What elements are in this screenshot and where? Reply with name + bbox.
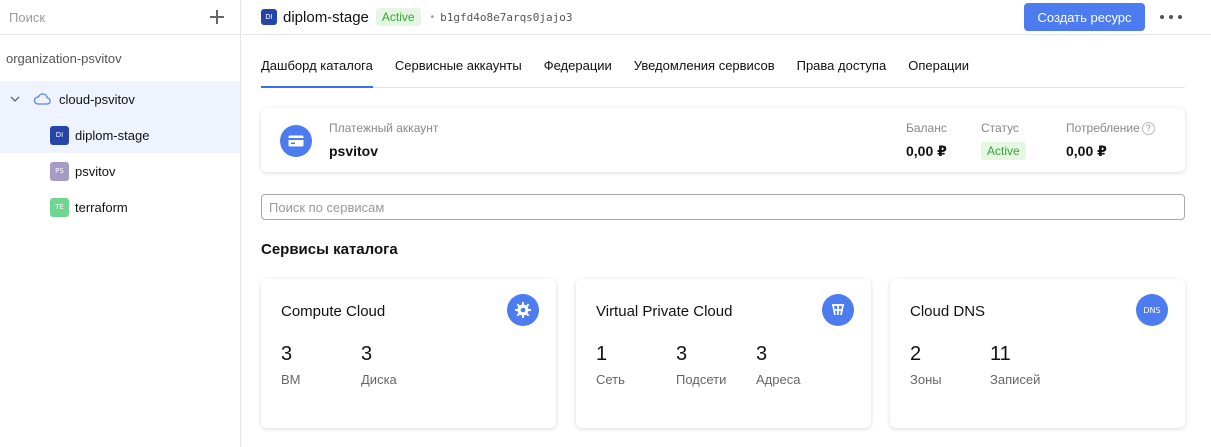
metric: 3 Диска (361, 343, 397, 387)
metric: 1 Сеть (596, 343, 625, 387)
compute-icon (507, 294, 539, 326)
metric: 3 Подсети (676, 343, 726, 387)
metric-label: Сеть (596, 372, 625, 387)
sidebar-folder-label: psvitov (75, 163, 116, 179)
separator-dot: • (430, 11, 435, 23)
tab-access-rights[interactable]: Права доступа (797, 58, 887, 87)
card-title: Cloud DNS (910, 303, 986, 320)
metric-value: 11 (990, 343, 1011, 365)
metric-label: Адреса (756, 372, 801, 387)
metric-label: Зоны (910, 372, 942, 387)
consumption-label-wrap: Потребление? (1066, 121, 1155, 135)
metric: 11 Записей (990, 343, 1040, 387)
tab-service-notifications[interactable]: Уведомления сервисов (634, 58, 775, 87)
sidebar-folder-label: terraform (75, 199, 128, 215)
tab-dashboard[interactable]: Дашборд каталога (261, 58, 373, 88)
metric-label: Диска (361, 372, 397, 387)
metric-value: 3 (676, 343, 688, 365)
card-title: Virtual Private Cloud (596, 303, 733, 320)
status-label: Статус (981, 121, 1019, 135)
folder-badge: DI (261, 9, 277, 25)
create-resource-button[interactable]: Создать ресурс (1024, 3, 1145, 31)
sidebar-search (0, 0, 240, 35)
tab-service-accounts[interactable]: Сервисные аккаунты (395, 58, 522, 87)
folder-id[interactable]: b1gfd4o8e7arqs0jajo3 (440, 11, 572, 24)
metric-label: Подсети (676, 372, 727, 387)
metric-value: 3 (281, 343, 293, 365)
dns-icon: DNS (1136, 294, 1168, 326)
service-card-cloud-dns[interactable]: Cloud DNS DNS 2 Зоны 11 Записей (890, 279, 1185, 428)
vpc-icon (822, 294, 854, 326)
metric: 3 Адреса (756, 343, 800, 387)
sidebar-folder-terraform[interactable]: TE terraform (0, 189, 240, 225)
folder-badge: TE (50, 197, 69, 217)
billing-account-name[interactable]: psvitov (329, 143, 378, 159)
sidebar-folder-label: diplom-stage (75, 127, 150, 143)
metric-value: 3 (756, 343, 768, 365)
add-icon[interactable] (209, 9, 225, 25)
billing-account-card[interactable]: Платежный аккаунт psvitov Баланс 0,00 ₽ … (261, 108, 1185, 172)
cloud-icon (33, 93, 51, 105)
tab-bar: Дашборд каталога Сервисные аккаунты Феде… (261, 36, 1185, 88)
balance-label: Баланс (906, 121, 947, 135)
sidebar-cloud-label: cloud-psvitov (59, 91, 135, 107)
chevron-down-icon[interactable] (9, 93, 21, 105)
header: DI diplom-stage Active • b1gfd4o8e7arqs0… (242, 0, 1211, 35)
folder-badge: DI (50, 125, 69, 145)
services-search-input[interactable] (261, 194, 1185, 220)
page-title: diplom-stage (283, 8, 369, 26)
sidebar-folder-diplom-stage[interactable]: DI diplom-stage (0, 117, 240, 153)
section-title: Сервисы каталога (261, 241, 398, 258)
tab-federations[interactable]: Федерации (544, 58, 612, 87)
consumption-value: 0,00 ₽ (1066, 143, 1107, 159)
status-badge: Active (375, 8, 421, 26)
metric-value: 3 (361, 343, 373, 365)
more-icon[interactable] (1160, 8, 1182, 26)
folder-badge: PS (50, 161, 69, 181)
service-card-compute-cloud[interactable]: Compute Cloud 3 ВМ 3 Диска (261, 279, 556, 428)
metric: 2 Зоны (910, 343, 942, 387)
metric: 3 ВМ (281, 343, 301, 387)
metric-label: ВМ (281, 372, 301, 387)
billing-status-badge: Active (981, 142, 1026, 160)
metric-value: 2 (910, 343, 922, 365)
metric-label: Записей (990, 372, 1041, 387)
sidebar: organization-psvitov cloud-psvitov DI di… (0, 0, 241, 447)
metric-value: 1 (596, 343, 608, 365)
sidebar-search-input[interactable] (9, 9, 189, 25)
balance-value: 0,00 ₽ (906, 143, 947, 159)
help-icon[interactable]: ? (1141, 121, 1155, 135)
card-title: Compute Cloud (281, 303, 386, 320)
sidebar-folder-psvitov[interactable]: PS psvitov (0, 153, 240, 189)
consumption-label: Потребление (1066, 121, 1140, 135)
credit-card-icon (280, 125, 312, 157)
tab-operations[interactable]: Операции (908, 58, 969, 87)
sidebar-cloud[interactable]: cloud-psvitov (0, 81, 240, 117)
billing-account-label: Платежный аккаунт (329, 121, 439, 135)
service-card-vpc[interactable]: Virtual Private Cloud 1 Сеть 3 Подсети 3… (576, 279, 871, 428)
sidebar-organization[interactable]: organization-psvitov (0, 35, 240, 81)
